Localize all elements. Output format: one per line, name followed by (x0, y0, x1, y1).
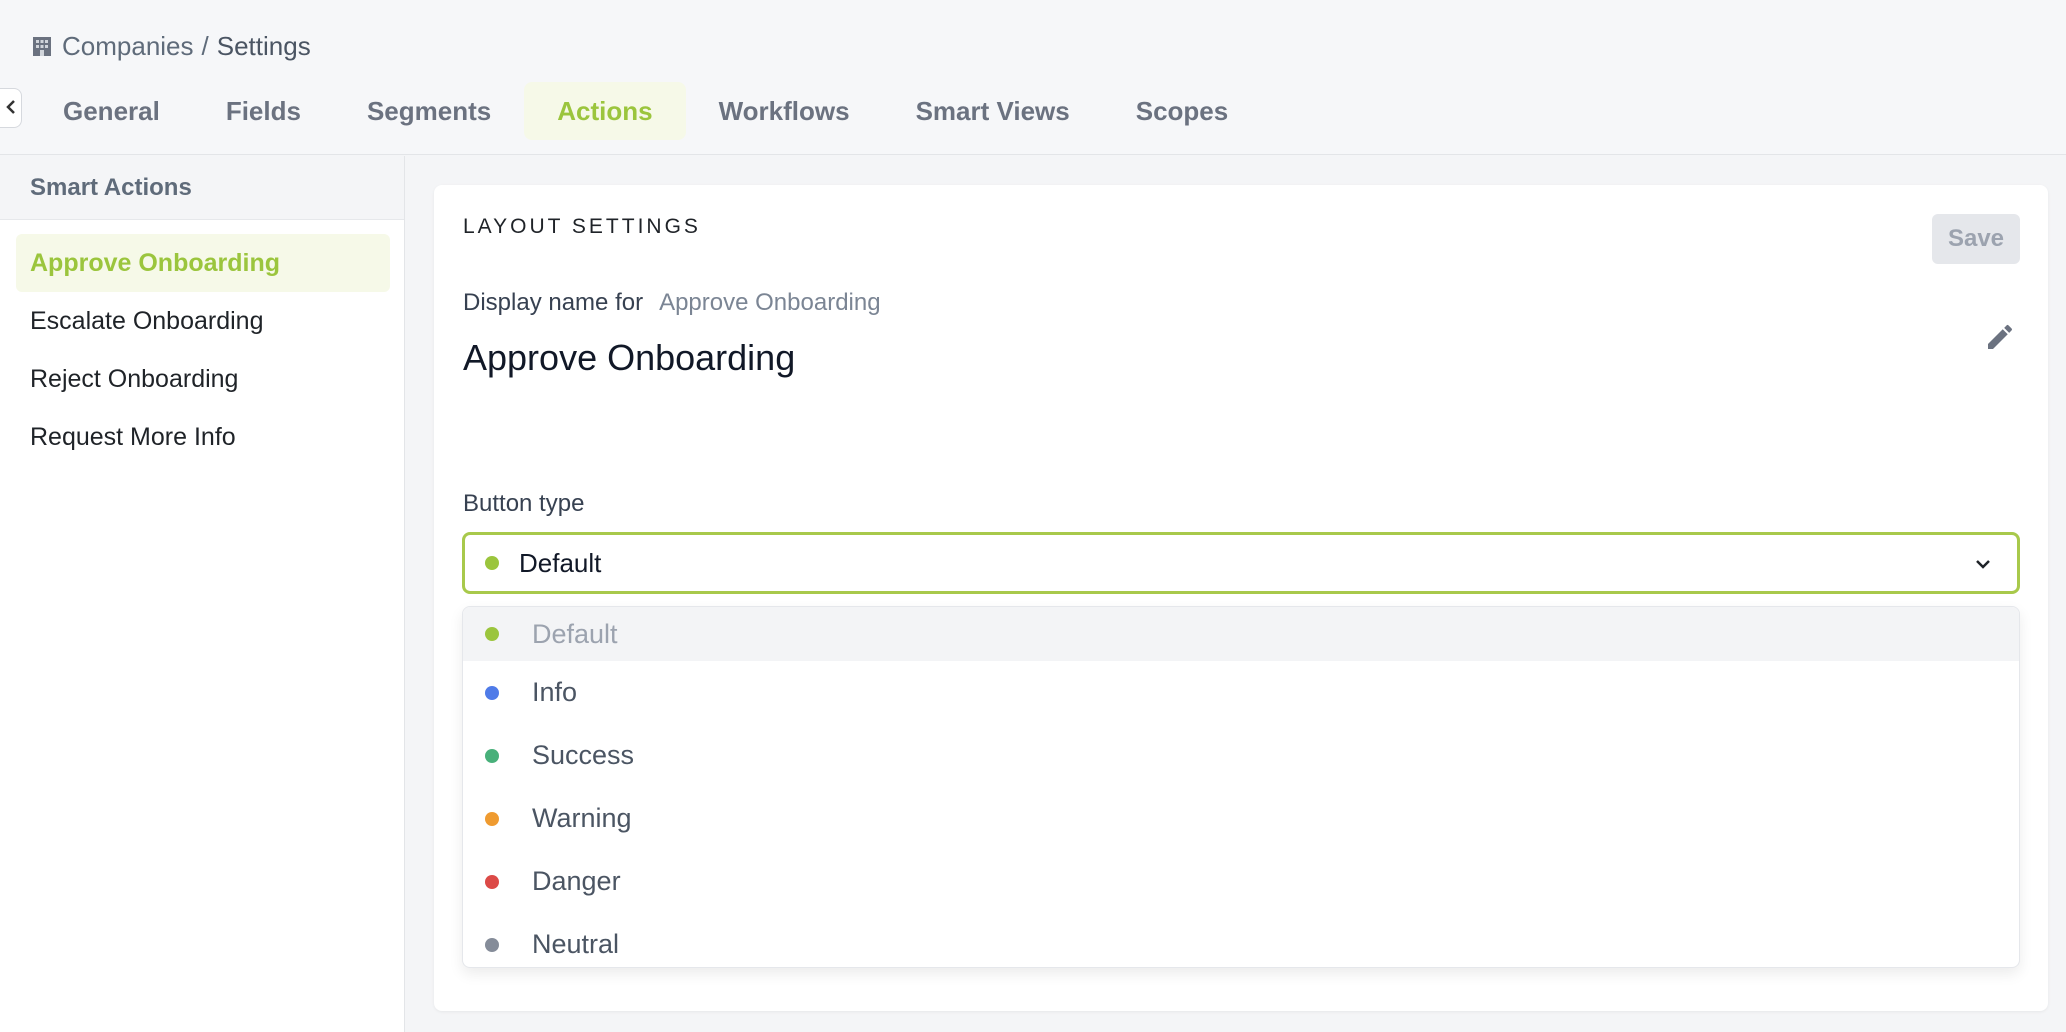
option-label: Warning (532, 803, 632, 833)
display-name-row: Display name for Approve Onboarding (463, 289, 881, 317)
edit-display-name-button[interactable] (1980, 319, 2020, 359)
status-dot-icon (485, 556, 499, 570)
breadcrumb-parent[interactable]: Companies (62, 31, 194, 62)
display-name-label: Display name for (463, 289, 644, 316)
dot-icon (485, 685, 499, 700)
chevron-down-icon (1971, 552, 1995, 576)
dot-icon (485, 937, 499, 952)
selected-button-type: Default (519, 547, 602, 578)
display-name-value: Approve Onboarding (463, 337, 796, 378)
tab-actions[interactable]: Actions (524, 82, 686, 140)
option-info[interactable]: Info (463, 661, 2019, 724)
dot-icon (485, 874, 499, 889)
tab-segments[interactable]: Segments (334, 82, 524, 140)
sidebar: Smart Actions Approve Onboarding Escalat… (0, 156, 405, 1032)
sidebar-item-approve-onboarding[interactable]: Approve Onboarding (16, 234, 390, 292)
pencil-icon (1984, 321, 2016, 358)
dot-icon (485, 627, 499, 641)
sidebar-item-request-more-info[interactable]: Request More Info (16, 408, 390, 466)
button-type-label: Button type (463, 490, 585, 517)
option-label: Info (532, 677, 578, 707)
dot-icon (485, 811, 499, 826)
chevron-left-icon (5, 95, 17, 121)
header: Companies / Settings General Fields Segm… (0, 0, 2066, 155)
breadcrumb-current: Settings (216, 30, 311, 61)
smart-actions-list: Approve Onboarding Escalate Onboarding R… (0, 220, 404, 466)
tab-general[interactable]: General (30, 82, 193, 140)
option-default[interactable]: Default (463, 607, 2019, 661)
collapse-sidebar-button[interactable] (0, 88, 22, 128)
tab-scopes[interactable]: Scopes (1103, 82, 1262, 140)
sidebar-title: Smart Actions (0, 156, 404, 220)
option-label: Default (532, 618, 618, 649)
tab-workflows[interactable]: Workflows (686, 82, 883, 140)
option-label: Danger (532, 866, 621, 896)
option-warning[interactable]: Warning (463, 787, 2019, 850)
building-icon (30, 34, 54, 58)
option-success[interactable]: Success (463, 724, 2019, 787)
option-label: Neutral (532, 929, 620, 959)
tab-smart-views[interactable]: Smart Views (883, 82, 1103, 140)
breadcrumb: Companies / Settings (30, 28, 311, 64)
sidebar-item-escalate-onboarding[interactable]: Escalate Onboarding (16, 292, 390, 350)
card-title: LAYOUT SETTINGS (463, 215, 701, 238)
display-name-for: Approve Onboarding (659, 289, 881, 316)
breadcrumb-separator: / (201, 30, 209, 61)
tab-bar: General Fields Segments Actions Workflow… (30, 82, 1261, 140)
button-type-select[interactable]: Default (462, 532, 2020, 594)
button-type-dropdown: Default Info Success Warning Danger Neut… (462, 606, 2020, 968)
sidebar-item-reject-onboarding[interactable]: Reject Onboarding (16, 350, 390, 408)
save-button[interactable]: Save (1932, 214, 2020, 264)
tab-fields[interactable]: Fields (193, 82, 334, 140)
option-label: Success (532, 740, 635, 770)
dot-icon (485, 748, 499, 763)
option-neutral[interactable]: Neutral (463, 913, 2019, 967)
option-danger[interactable]: Danger (463, 850, 2019, 913)
